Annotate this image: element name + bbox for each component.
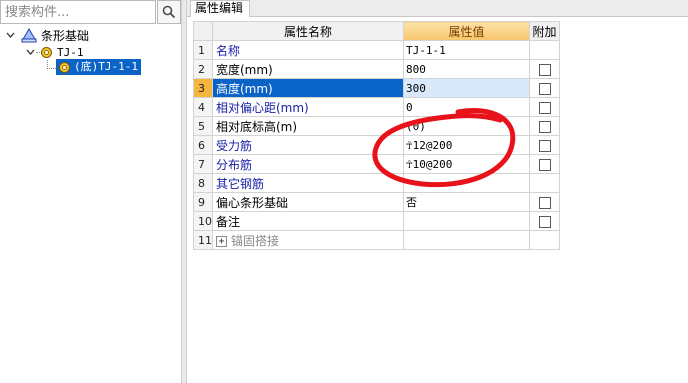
extra-checkbox[interactable]	[538, 120, 551, 133]
extra-cell	[529, 173, 560, 193]
tree-root-label: 条形基础	[41, 28, 90, 43]
tree-item-node[interactable]: TJ-1	[25, 44, 84, 60]
property-name: 宽度(mm)	[212, 59, 404, 79]
extra-cell	[529, 192, 560, 212]
extra-cell	[529, 211, 560, 231]
row-index: 10	[193, 211, 213, 231]
row-index: 9	[193, 192, 213, 212]
extra-cell	[529, 97, 560, 117]
chevron-down-icon[interactable]	[5, 30, 16, 41]
extra-cell	[529, 116, 560, 136]
property-name: 偏心条形基础	[212, 192, 404, 212]
property-name-group[interactable]: + 锚固搭接	[212, 230, 404, 250]
property-value[interactable]	[403, 173, 530, 193]
tab-property-editor[interactable]: 属性编辑	[190, 0, 250, 17]
row-index: 11	[193, 230, 213, 250]
panel-splitter[interactable]	[181, 0, 187, 383]
extra-checkbox[interactable]	[538, 63, 551, 76]
footing-category-icon	[21, 28, 37, 43]
row-index: 7	[193, 154, 213, 174]
tree-node-label: TJ-1	[57, 45, 84, 59]
search-input[interactable]	[1, 1, 155, 23]
property-name: 相对底标高(m)	[212, 116, 404, 136]
extra-cell	[529, 59, 560, 79]
header-property-name[interactable]: 属性名称	[212, 21, 404, 41]
property-name: 备注	[212, 211, 404, 231]
property-value[interactable]: (0)	[403, 116, 530, 136]
extra-cell	[529, 78, 560, 98]
property-value[interactable]	[403, 211, 530, 231]
extra-checkbox[interactable]	[538, 158, 551, 171]
tab-bar: 属性编辑	[187, 0, 688, 17]
tree-leaf-label: (底)TJ-1-1	[71, 59, 141, 75]
extra-checkbox[interactable]	[538, 196, 551, 209]
header-property-value[interactable]: 属性值	[403, 21, 530, 41]
extra-checkbox[interactable]	[538, 82, 551, 95]
extra-checkbox[interactable]	[538, 215, 551, 228]
table-row[interactable]: 6 受力筋 ☥12@200	[193, 135, 560, 155]
table-row[interactable]: 4 相对偏心距(mm) 0	[193, 97, 560, 117]
table-row[interactable]: 8 其它钢筋	[193, 173, 560, 193]
chevron-down-icon[interactable]	[25, 47, 36, 58]
property-value[interactable]: ☥12@200	[403, 135, 530, 155]
extra-cell	[529, 135, 560, 155]
row-index: 3	[193, 78, 213, 98]
header-extra[interactable]: 附加	[529, 21, 560, 41]
extra-checkbox[interactable]	[538, 139, 551, 152]
tree-leaf-selected[interactable]: (底)TJ-1-1	[56, 59, 141, 75]
search-box[interactable]	[0, 0, 156, 24]
row-index: 2	[193, 59, 213, 79]
extra-cell	[529, 230, 560, 250]
property-value[interactable]: 800	[403, 59, 530, 79]
property-name: 分布筋	[212, 154, 404, 174]
row-index: 5	[193, 116, 213, 136]
property-value[interactable]: 300	[403, 78, 530, 98]
search-icon	[162, 5, 176, 19]
property-value[interactable]	[403, 230, 530, 250]
tree-item-root[interactable]: 条形基础	[5, 27, 89, 43]
row-index: 6	[193, 135, 213, 155]
row-index: 1	[193, 40, 213, 60]
property-value[interactable]: TJ-1-1	[403, 40, 530, 60]
table-row[interactable]: 1 名称 TJ-1-1	[193, 40, 560, 60]
property-name: 受力筋	[212, 135, 404, 155]
grid-header-row: 属性名称 属性值 附加	[193, 21, 560, 41]
table-row[interactable]: 9 偏心条形基础 否	[193, 192, 560, 212]
table-row[interactable]: 5 相对底标高(m) (0)	[193, 116, 560, 136]
extra-cell	[529, 40, 560, 60]
table-row[interactable]: 10 备注	[193, 211, 560, 231]
search-button[interactable]	[157, 0, 181, 24]
component-tree-panel: 条形基础 TJ-1 (底)TJ-1-1	[0, 0, 181, 383]
property-value[interactable]: 否	[403, 192, 530, 212]
extra-cell	[529, 154, 560, 174]
table-row-selected[interactable]: 3 高度(mm) 300	[193, 78, 560, 98]
property-name: 相对偏心距(mm)	[212, 97, 404, 117]
table-row[interactable]: 2 宽度(mm) 800	[193, 59, 560, 79]
row-index: 8	[193, 173, 213, 193]
expand-plus-icon[interactable]: +	[216, 235, 227, 247]
row-index: 4	[193, 97, 213, 117]
tree-connector	[47, 59, 56, 69]
property-grid: 属性名称 属性值 附加 1 名称 TJ-1-1 2 宽度(mm) 800 3 高…	[193, 21, 560, 250]
table-row[interactable]: 11 + 锚固搭接	[193, 230, 560, 250]
property-name: 高度(mm)	[212, 78, 404, 98]
extra-checkbox[interactable]	[538, 101, 551, 114]
property-name: 名称	[212, 40, 404, 60]
gear-icon	[41, 46, 52, 58]
property-name: 锚固搭接	[231, 233, 280, 248]
property-name: 其它钢筋	[212, 173, 404, 193]
gear-icon	[59, 61, 70, 73]
table-row[interactable]: 7 分布筋 ☥10@200	[193, 154, 560, 174]
tree-item-leaf[interactable]: (底)TJ-1-1	[47, 59, 141, 75]
property-value[interactable]: ☥10@200	[403, 154, 530, 174]
property-value[interactable]: 0	[403, 97, 530, 117]
header-index	[193, 21, 213, 41]
